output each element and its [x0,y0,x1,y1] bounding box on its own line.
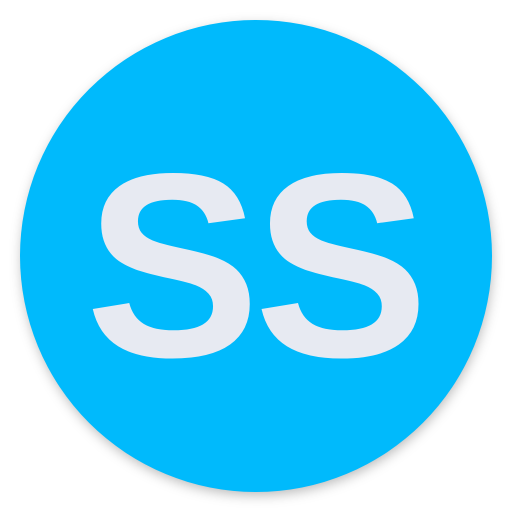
app-icon[interactable]: SS [20,20,492,492]
app-icon-canvas: SS [0,0,512,512]
monogram-text: SS [85,119,429,412]
